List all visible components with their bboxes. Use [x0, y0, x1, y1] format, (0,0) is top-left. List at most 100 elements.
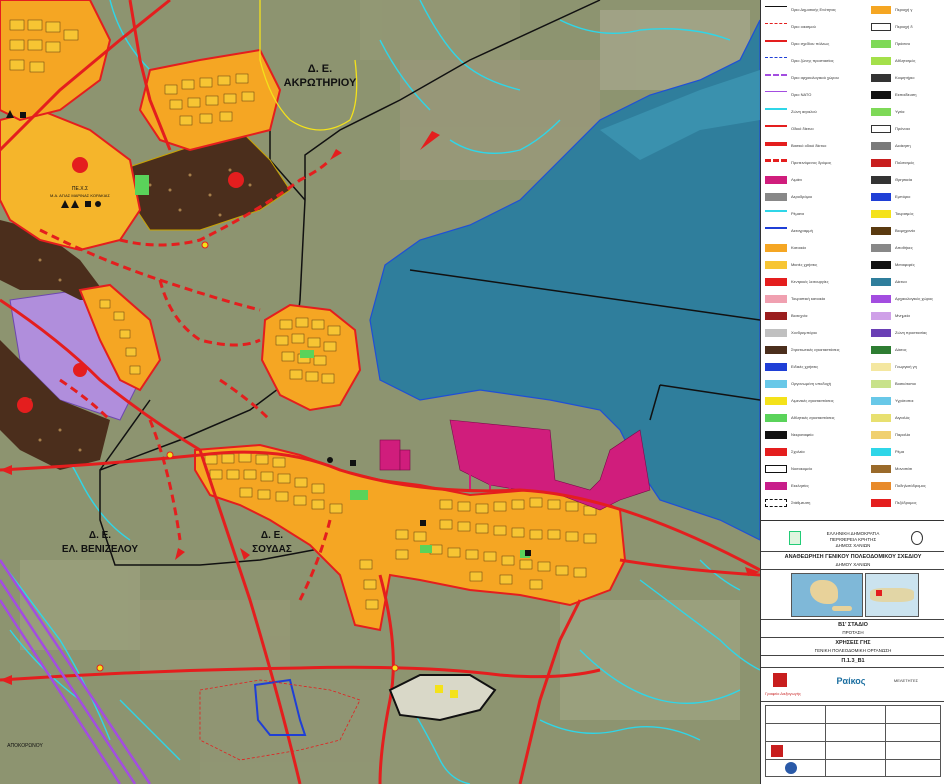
legend-label: Ζώνη αιγιαλού	[791, 109, 817, 114]
label-venizelou-de: Δ. Ε.	[89, 530, 111, 541]
legend-swatch	[871, 278, 891, 286]
legend-row: Αεροδρόμιο Εμπόριο	[765, 193, 943, 203]
legend-swatch	[871, 210, 891, 218]
label-venizelou-name: ΕΛ. ΒΕΝΙΖΕΛΟΥ	[62, 544, 138, 555]
legend-swatch	[871, 40, 891, 48]
legend-label: Αθλητισμός	[895, 58, 916, 63]
legend-label: Αθλητικές εγκαταστάσεις	[791, 415, 835, 420]
legend-swatch	[871, 465, 891, 473]
tb-header-2: ΠΕΡΙΦΕΡΕΙΑ ΚΡΗΤΗΣ	[829, 537, 877, 542]
legend-label: Τουρισμός	[895, 211, 914, 216]
legend-row: Ειδικές χρήσεις Γεωργική γη	[765, 363, 943, 373]
legend-swatch	[765, 380, 787, 388]
legend-row: Οδικό δίκτυο Πρόνοια	[765, 125, 943, 135]
legend-row: Ρέματα Τουρισμός	[765, 210, 943, 220]
legend-row: Όριο ΝΑΤΟ Εκπαίδευση	[765, 91, 943, 101]
legend-label: Όριο σχεδίου πόλεως	[791, 41, 830, 46]
legend-swatch	[871, 414, 891, 422]
legend-label: Όριο ΝΑΤΟ	[791, 92, 812, 97]
legend-swatch	[871, 329, 891, 337]
legend-label: Βοσκότοποι	[895, 381, 916, 386]
legend-swatch	[765, 346, 787, 354]
legend-label: Όριο ζώνης προστασίας	[791, 58, 834, 63]
legend-label: Υγρότοποι	[895, 398, 914, 403]
legend-swatch	[765, 193, 787, 201]
label-bottom-left: ΑΠΟΚΟΡΩΝΟΥ	[7, 743, 43, 749]
legend-row: Εκκλησίες Ποδηλατόδρομος	[765, 482, 943, 492]
legend-swatch	[765, 448, 787, 456]
legend-label: Προτεινόμενος δρόμος	[791, 160, 832, 165]
legend-label: Δίκτυα	[895, 279, 907, 284]
legend-swatch	[871, 346, 891, 354]
tb-brand-logo	[773, 673, 787, 687]
legend-swatch	[765, 227, 787, 235]
legend-row: Κεντρικές λειτουργίες Δίκτυα	[765, 278, 943, 288]
legend-label: Παραλία	[895, 432, 910, 437]
tb-stage-sub: ΠΡΟΤΑΣΗ	[842, 630, 864, 635]
legend-swatch	[871, 193, 891, 201]
legend-swatch	[871, 6, 891, 14]
legend-swatch	[765, 108, 787, 116]
legend-swatch	[765, 23, 787, 31]
legend-label: Τουριστική κατοικία	[791, 296, 825, 301]
legend-row: Ζώνη αιγιαλού Υγεία	[765, 108, 943, 118]
legend-swatch	[871, 431, 891, 439]
legend-label: Οργανωμένη υποδοχή	[791, 381, 832, 386]
tb-brand-name: Γραφείο Διεξαγωγής	[765, 691, 801, 696]
legend-swatch	[871, 91, 891, 99]
legend-label: Πρόνοια	[895, 126, 910, 131]
legend-label: Περιοχή γ	[895, 7, 913, 12]
legend-swatch	[765, 261, 787, 269]
legend-row: Βασικό οδικό δίκτυο Διοίκηση	[765, 142, 943, 152]
legend-label: Υγεία	[895, 109, 905, 114]
legend-row: Όριο οικισμού Περιοχή δ	[765, 23, 943, 33]
legend-label: Αρχαιολογικός χώρος	[895, 296, 934, 301]
legend-label: Πολιτισμός	[895, 160, 915, 165]
legend-label: Βιοτεχνία	[791, 313, 808, 318]
legend-label: Εμπόριο	[895, 194, 911, 199]
legend-label: Μικτές χρήσεις	[791, 262, 818, 267]
legend-swatch	[765, 159, 787, 167]
legend-row: Νοσοκομείο Μονοπάτι	[765, 465, 943, 475]
legend-swatch	[871, 125, 891, 133]
legend-swatch	[871, 159, 891, 167]
legend-row: Προτεινόμενος δρόμος Πολιτισμός	[765, 159, 943, 169]
legend-row: Λιμάνι Θρησκεία	[765, 176, 943, 186]
legend-row: Όριο σχεδίου πόλεως Πράσινο	[765, 40, 943, 50]
legend-swatch	[765, 329, 787, 337]
land-use-map[interactable]: Δ. Ε. ΑΚΡΩΤΗΡΙΟΥ Δ. Ε. ΕΛ. ΒΕΝΙΖΕΛΟΥ Δ. …	[0, 0, 760, 784]
legend-swatch	[765, 278, 787, 286]
legend-label: Οδικό δίκτυο	[791, 126, 814, 131]
legend-swatch	[765, 465, 787, 473]
legend-label: Διοίκηση	[895, 143, 911, 148]
legend-label: Γεωργική γη	[895, 364, 917, 369]
legend-label: Αποθήκες	[895, 245, 913, 250]
label-zone-sub: Μ.Α. ΑΓΙΑΣ ΜΑΡΙΝΑΣ ΚΟΡΑΚΙΑΣ	[50, 193, 110, 198]
legend-swatch	[871, 57, 891, 65]
legend-swatch	[765, 74, 787, 82]
legend-label: Κοιμητήριο	[895, 75, 915, 80]
legend-row: Στρατιωτικές εγκαταστάσεις Δάσος	[765, 346, 943, 356]
legend-row: Όριο Δημοτικής Ενότητας Περιοχή γ	[765, 6, 943, 16]
label-soudas-name: ΣΟΥΔΑΣ	[252, 544, 292, 555]
legend-swatch	[871, 397, 891, 405]
legend-label: Νοσοκομείο	[791, 466, 813, 471]
tb-study-title: ΑΝΑΘΕΩΡΗΣΗ ΓΕΝΙΚΟΥ ΠΟΛΕΟΔΟΜΙΚΟΥ ΣΧΕΔΙΟΥ	[784, 554, 922, 560]
legend-label: Λιμενικές εγκαταστάσεις	[791, 398, 834, 403]
legend-label: Ποδηλατόδρομος	[895, 483, 926, 488]
legend-swatch	[871, 312, 891, 320]
title-block: ΕΛΛΗΝΙΚΗ ΔΗΜΟΚΡΑΤΙΑ ΠΕΡΙΦΕΡΕΙΑ ΚΡΗΤΗΣ ΔΗ…	[760, 520, 944, 784]
legend-label: Βιομηχανία	[895, 228, 915, 233]
label-soudas-de: Δ. Ε.	[261, 530, 283, 541]
legend-label: Όριο Δημοτικής Ενότητας	[791, 7, 836, 12]
legend-label: Περιοχή δ	[895, 24, 913, 29]
inset-map-greece	[791, 573, 863, 617]
tb-map-no: Π.1.3_Β1	[841, 658, 865, 664]
map-sheet: Δ. Ε. ΑΚΡΩΤΗΡΙΟΥ Δ. Ε. ΕΛ. ΒΕΝΙΖΕΛΟΥ Δ. …	[0, 0, 944, 784]
tb-company-sub: ΜΕΛΕΤΗΤΕΣ	[893, 678, 919, 683]
legend-swatch	[871, 295, 891, 303]
tb-signature-grid	[765, 705, 941, 777]
legend-swatch	[871, 74, 891, 82]
legend-row: Όριο ζώνης προστασίας Αθλητισμός	[765, 57, 943, 67]
legend-swatch	[871, 363, 891, 371]
